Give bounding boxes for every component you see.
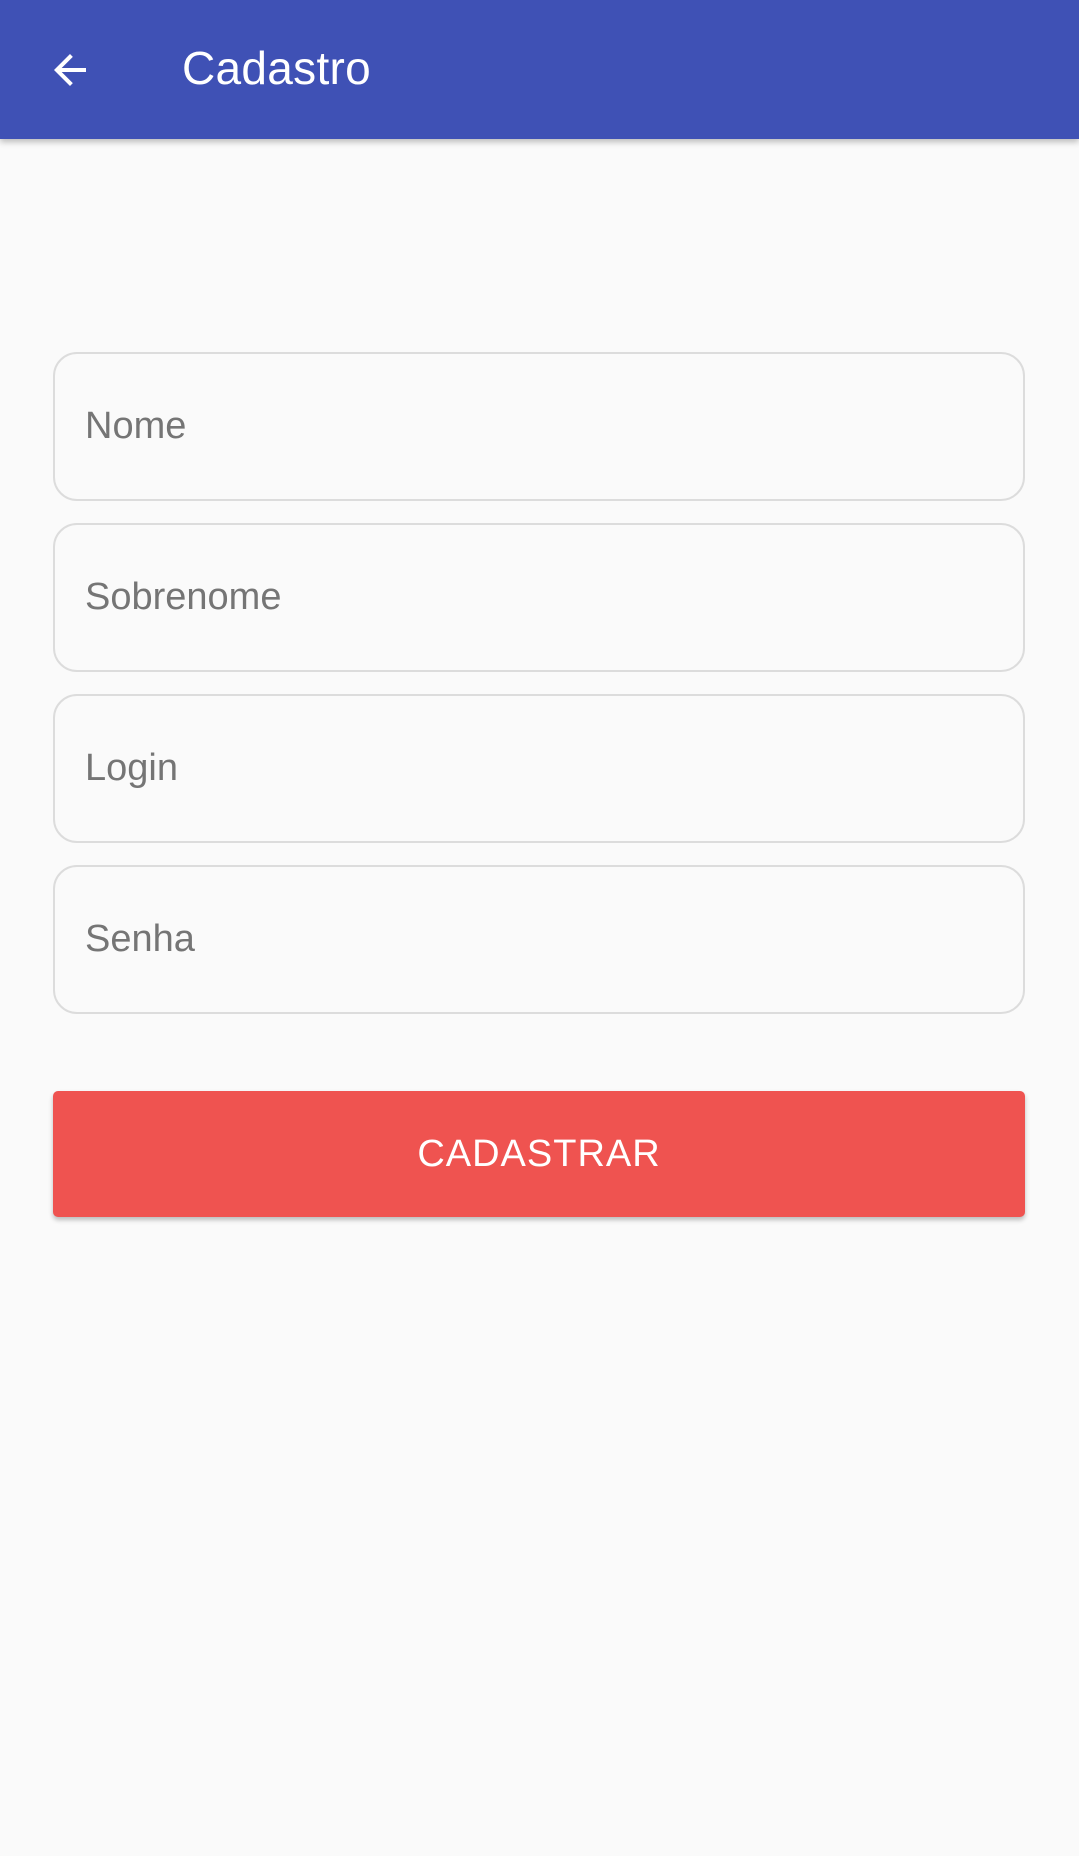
arrow-left-icon [54,54,86,86]
login-field-container [53,694,1025,843]
page-title: Cadastro [182,42,372,94]
surname-field-container [53,523,1025,672]
register-button[interactable]: CADASTRAR [53,1091,1025,1217]
back-button[interactable] [30,30,110,110]
login-input[interactable] [55,696,1023,841]
surname-input[interactable] [55,525,1023,670]
password-field-container [53,865,1025,1014]
registration-form [53,352,1025,1036]
name-field-container [53,352,1025,501]
app-bar: Cadastro [0,0,1079,139]
password-input[interactable] [55,867,1023,1012]
name-input[interactable] [55,354,1023,499]
